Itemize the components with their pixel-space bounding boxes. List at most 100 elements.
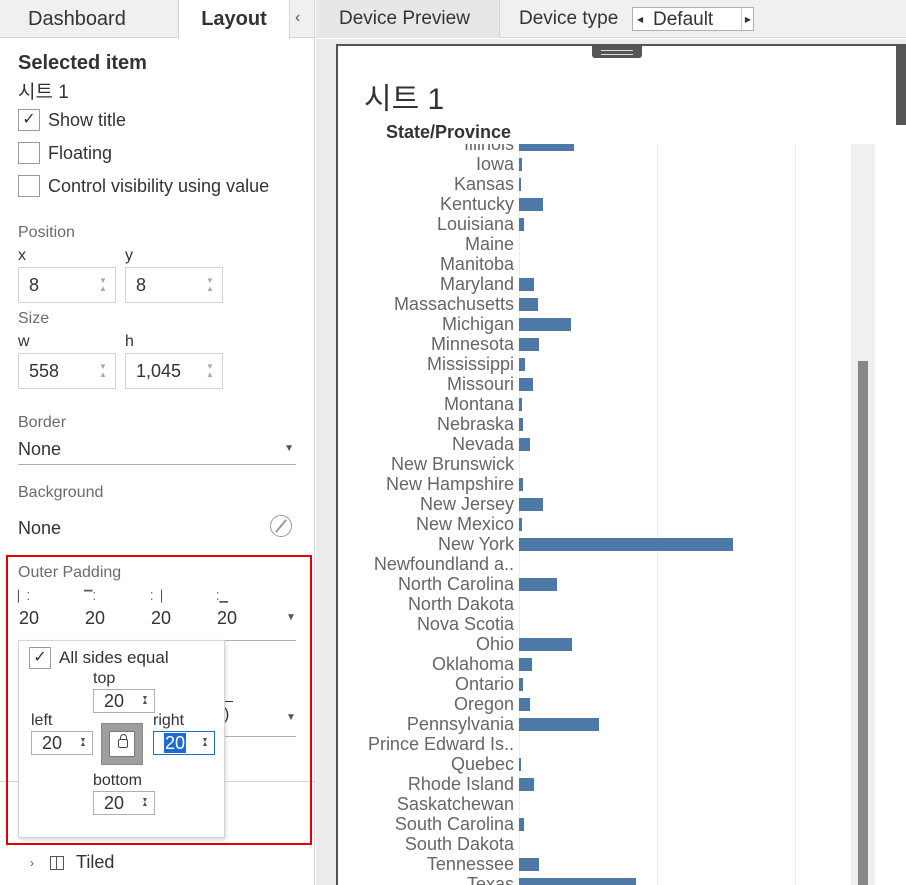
y-decrement[interactable]: ▼ <box>202 264 218 298</box>
category-label: Illinois <box>463 144 514 154</box>
bar[interactable] <box>519 638 572 651</box>
category-label: Montana <box>443 394 514 414</box>
sheet-tools-strip[interactable] <box>896 45 906 125</box>
floating-checkbox[interactable] <box>18 142 40 164</box>
x-decrement[interactable]: ▼ <box>95 264 111 298</box>
h-label: h <box>125 333 134 350</box>
category-label: Kentucky <box>439 194 514 214</box>
dashboard-canvas: 시트 1 State/Province Illinois Iowa Kansas Ke… <box>316 39 906 885</box>
bar[interactable] <box>519 278 534 291</box>
show-title-checkbox[interactable]: ✓ <box>18 109 40 131</box>
bar[interactable] <box>519 818 524 831</box>
device-preview-button[interactable]: Device Preview <box>316 0 500 38</box>
w-input[interactable]: 558 ▲ ▼ <box>18 353 116 389</box>
gridline <box>657 144 658 885</box>
scrollbar-thumb[interactable] <box>858 361 868 885</box>
category-label: Oklahoma <box>431 654 514 674</box>
bar[interactable] <box>519 378 533 391</box>
border-dropdown[interactable]: None ▼ <box>18 435 296 465</box>
bar[interactable] <box>519 418 523 431</box>
bar[interactable] <box>519 438 530 451</box>
chevron-right-icon[interactable]: › <box>30 856 34 870</box>
control-visibility-checkbox[interactable] <box>18 175 40 197</box>
w-value: 558 <box>29 361 60 381</box>
category-label: New Jersey <box>419 494 514 514</box>
category-label: Minnesota <box>430 334 514 354</box>
category-label: Oregon <box>453 694 514 714</box>
gridline <box>519 144 520 885</box>
y-value: 8 <box>136 275 147 295</box>
show-title-option[interactable]: ✓ Show title <box>18 108 126 132</box>
bar[interactable] <box>519 158 522 171</box>
selected-item-heading: Selected item <box>18 52 147 74</box>
category-label: Saskatchewan <box>396 794 514 814</box>
bar[interactable] <box>519 178 521 191</box>
tiled-item[interactable]: › Tiled <box>30 852 114 873</box>
bar[interactable] <box>519 678 523 691</box>
bar[interactable] <box>519 858 539 871</box>
bar[interactable] <box>519 878 636 885</box>
collapse-panel-icon[interactable]: ‹ <box>295 9 300 27</box>
category-label: South Dakota <box>404 834 514 854</box>
bar[interactable] <box>519 198 543 211</box>
w-label: w <box>18 333 30 350</box>
category-label: Iowa <box>475 154 514 174</box>
bar[interactable] <box>519 478 523 491</box>
x-value: 8 <box>29 275 40 295</box>
show-title-label: Show title <box>48 109 127 130</box>
next-arrow-icon[interactable]: ▶ <box>740 8 751 32</box>
highlight-outer-padding <box>6 555 312 845</box>
h-decrement[interactable]: ▼ <box>202 350 218 384</box>
x-input[interactable]: 8 ▲ ▼ <box>18 267 116 303</box>
category-label: Tennessee <box>426 854 514 874</box>
prev-arrow-icon[interactable]: ◀ <box>637 8 643 32</box>
category-label: Louisiana <box>436 214 514 234</box>
floating-option[interactable]: Floating <box>18 141 112 165</box>
bar[interactable] <box>519 718 599 731</box>
device-type-value: Default <box>653 9 714 30</box>
bar[interactable] <box>519 538 733 551</box>
category-label: Manitoba <box>439 254 514 274</box>
control-visibility-option[interactable]: Control visibility using value <box>18 174 269 198</box>
sheet-title: 시트 1 <box>364 83 445 116</box>
category-label: Maryland <box>439 274 514 294</box>
bar[interactable] <box>519 144 574 151</box>
bar[interactable] <box>519 358 525 371</box>
tab-dashboard[interactable]: Dashboard <box>0 0 178 38</box>
size-label: Size <box>18 310 50 327</box>
bar[interactable] <box>519 498 543 511</box>
h-input[interactable]: 1,045 ▲ ▼ <box>125 353 223 389</box>
sheet-container[interactable]: 시트 1 State/Province Illinois Iowa Kansas Ke… <box>336 44 906 885</box>
y-input[interactable]: 8 ▲ ▼ <box>125 267 223 303</box>
bar[interactable] <box>519 658 532 671</box>
h-value: 1,045 <box>136 361 182 381</box>
category-label: Massachusetts <box>393 294 514 314</box>
device-type-select[interactable]: ◀ Default ▶ <box>632 7 754 32</box>
bar[interactable] <box>519 398 522 411</box>
tableau-dashboard-window: Dashboard Layout ‹ Selected item 시트 1 ✓ … <box>0 0 906 885</box>
bar[interactable] <box>519 758 521 771</box>
w-decrement[interactable]: ▼ <box>95 350 111 384</box>
category-label: New York <box>437 534 514 554</box>
border-label: Border <box>18 414 67 431</box>
bar[interactable] <box>519 298 538 311</box>
category-label: North Carolina <box>397 574 514 594</box>
tab-layout[interactable]: Layout <box>178 0 290 39</box>
tiled-label: Tiled <box>76 852 115 872</box>
category-label: Ontario <box>454 674 514 694</box>
bar[interactable] <box>519 218 524 231</box>
bar[interactable] <box>519 318 571 331</box>
bar[interactable] <box>519 518 522 531</box>
category-label: Ohio <box>475 634 514 654</box>
bar[interactable] <box>519 698 530 711</box>
left-panel: Dashboard Layout ‹ Selected item 시트 1 ✓ … <box>0 0 315 885</box>
category-label: Nebraska <box>436 414 514 434</box>
no-color-icon[interactable] <box>270 515 292 537</box>
background-label: Background <box>18 484 104 501</box>
preview-toolbar: Device Preview Device type ◀ Default ▶ <box>316 0 906 38</box>
bar[interactable] <box>519 578 557 591</box>
position-label: Position <box>18 224 75 241</box>
move-handle-icon[interactable] <box>592 46 642 58</box>
bar[interactable] <box>519 778 534 791</box>
bar[interactable] <box>519 338 539 351</box>
